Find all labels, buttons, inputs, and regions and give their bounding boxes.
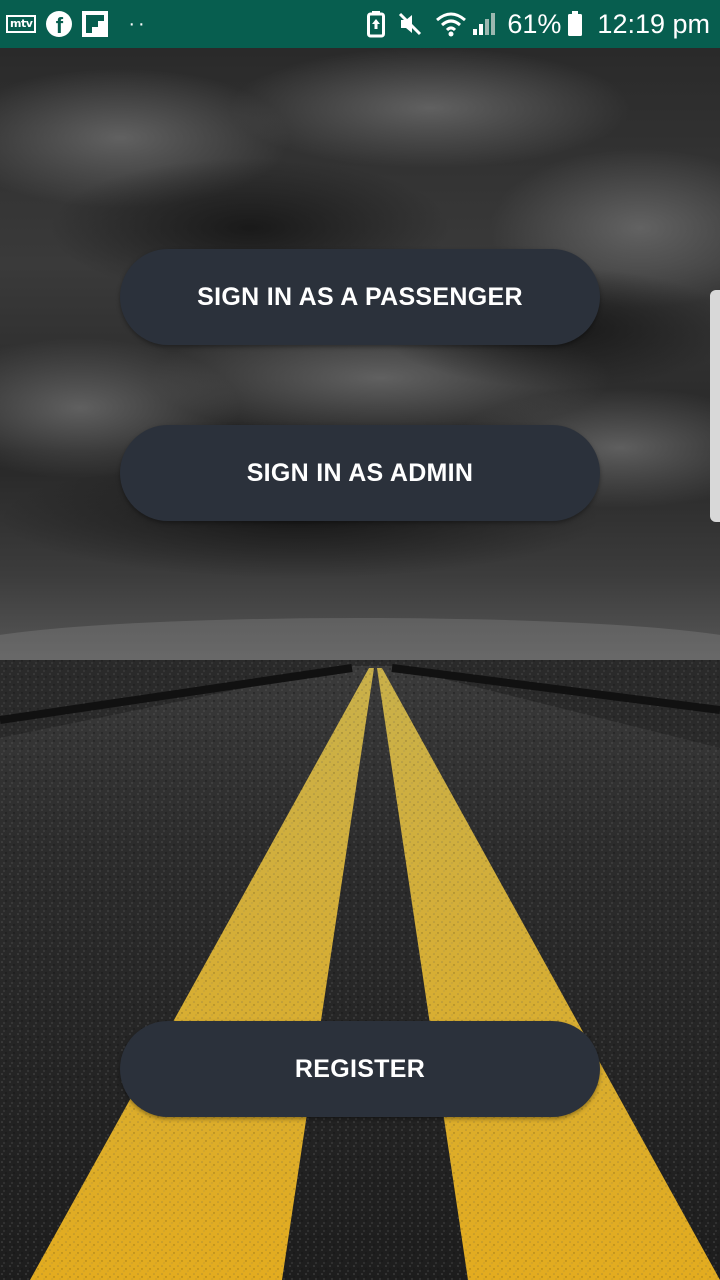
clock: 12:19 pm — [597, 8, 710, 39]
scroll-handle[interactable] — [710, 290, 720, 522]
battery-percent: 61% — [507, 8, 562, 39]
battery-icon — [567, 11, 583, 37]
mute-icon — [397, 11, 423, 37]
status-bar: mtv f ·· 61% 12:19 pm — [0, 0, 720, 48]
sign-in-passenger-button[interactable]: SIGN IN AS A PASSENGER — [120, 249, 600, 345]
wifi-icon — [435, 11, 467, 37]
status-bar-system: 61% 12:19 pm — [355, 0, 710, 48]
screen: mtv f ·· 61% 12:19 pm SIGN IN AS A PASSE… — [0, 0, 720, 1280]
battery-saver-icon — [367, 10, 386, 38]
flipboard-icon — [82, 11, 109, 37]
more-notifications-icon: ·· — [128, 13, 148, 35]
signal-icon — [471, 11, 497, 37]
mtv-icon: mtv — [6, 15, 37, 33]
sign-in-admin-button[interactable]: SIGN IN AS ADMIN — [120, 425, 600, 521]
facebook-icon: f — [46, 11, 73, 37]
register-button[interactable]: REGISTER — [120, 1021, 600, 1117]
status-bar-notifications: mtv f ·· — [6, 0, 148, 48]
